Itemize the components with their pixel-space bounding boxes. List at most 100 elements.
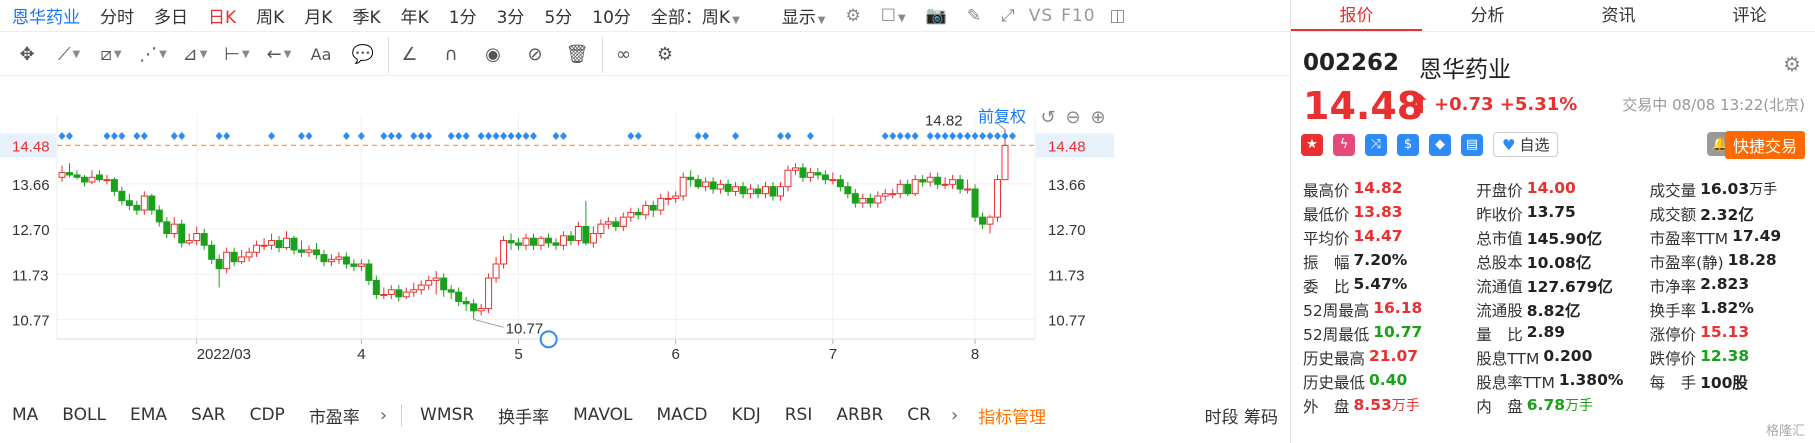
indicator-manage-button[interactable]: 指标管理 xyxy=(966,403,1058,428)
indicator-6[interactable]: 市盈率 xyxy=(297,403,372,428)
period-tab-daily[interactable]: 日K xyxy=(198,3,246,28)
indicator-8[interactable]: 换手率 xyxy=(486,403,561,428)
dollar-icon[interactable]: $ xyxy=(1397,133,1419,156)
x-tick-label: 7 xyxy=(829,346,837,363)
period-tab-5min[interactable]: 5分 xyxy=(534,3,582,28)
trading-status: 交易中 08/08 13:22(北京) xyxy=(1622,96,1805,114)
period-tab-monthly[interactable]: 月K xyxy=(294,3,342,28)
quote-number: 8.82亿 xyxy=(1526,302,1581,320)
indicator-9[interactable]: MAVOL xyxy=(561,405,644,425)
crosshair-icon[interactable]: ✥ xyxy=(6,37,48,73)
stock-name: 恩华药业 xyxy=(1419,57,1511,83)
stock-name-link[interactable]: 恩华药业 xyxy=(0,3,90,28)
angle-icon[interactable]: ∠ xyxy=(388,36,430,73)
kline-chart[interactable]: 13.66 13.66 12.70 12.70 11.73 11.73 10.77 10.77… xyxy=(0,78,1290,394)
period-tab-1min[interactable]: 1分 xyxy=(439,3,487,28)
link-icon[interactable]: ∞ xyxy=(602,36,644,73)
candle-body xyxy=(544,237,552,244)
fib-icon[interactable]: ⊿ ▼ xyxy=(174,37,216,73)
tab-analysis[interactable]: 分析 xyxy=(1422,0,1553,31)
period-tab-weekly[interactable]: 周K xyxy=(246,3,294,28)
event-marker xyxy=(784,132,792,140)
indicator-7[interactable]: WMSR xyxy=(408,405,486,425)
candle-body xyxy=(776,186,784,197)
period-tab-multiday[interactable]: 多日 xyxy=(144,3,198,28)
event-marker xyxy=(140,132,148,140)
quote-label: 总股本 xyxy=(1476,254,1523,272)
tag-icon[interactable]: ◆ xyxy=(1429,133,1451,156)
candle-body xyxy=(118,190,126,202)
indicator-5[interactable]: CDP xyxy=(238,405,297,425)
event-marker xyxy=(485,132,493,140)
camera-icon[interactable]: 📷 xyxy=(916,6,957,26)
range-dropdown[interactable]: 全部：周K ▼ xyxy=(641,3,750,28)
text-icon[interactable]: Aa xyxy=(300,37,342,73)
adjust-mode-link[interactable]: 前复权 xyxy=(978,108,1026,126)
book-icon[interactable]: ▤ xyxy=(1461,133,1483,156)
candle-body xyxy=(934,176,942,185)
indicator-3[interactable]: EMA xyxy=(118,405,179,425)
reset-icon[interactable]: ↺ xyxy=(1040,107,1055,128)
candle-body xyxy=(709,181,717,190)
range-icon[interactable]: ⊢ ▼ xyxy=(216,37,258,73)
indicator-14[interactable]: CR xyxy=(895,405,943,425)
indicator-2[interactable]: BOLL xyxy=(50,405,118,425)
quote-row: 历史最低 0.40 股息率TTM 1.380% 每 手 100股 xyxy=(1303,370,1808,394)
indicator-13[interactable]: ARBR xyxy=(824,405,895,425)
period-tab-quarterly[interactable]: 季K xyxy=(342,3,390,28)
channel-icon[interactable]: ⧄ ▼ xyxy=(90,37,132,73)
indicator-10[interactable]: MACD xyxy=(645,405,720,425)
period-tab-3min[interactable]: 3分 xyxy=(487,3,535,28)
pen-icon[interactable]: ✎ xyxy=(957,6,991,26)
chart-style-icon[interactable]: ☐ ▼ xyxy=(871,6,916,26)
shuffle-icon[interactable]: ⤨ xyxy=(1365,133,1387,156)
indicator-12[interactable]: RSI xyxy=(773,405,825,425)
fullscreen-icon[interactable]: ⤢ xyxy=(991,6,1025,26)
zoom-out-icon[interactable]: ⊖ xyxy=(1065,107,1080,128)
vs-button[interactable]: VS xyxy=(1025,6,1057,26)
candle-body xyxy=(612,221,620,227)
indicator-4[interactable]: SAR xyxy=(179,405,238,425)
wave-icon[interactable]: ⋰ ▼ xyxy=(132,37,174,73)
settings-icon[interactable]: ⚙ xyxy=(644,37,686,73)
tab-comments[interactable]: 评论 xyxy=(1684,0,1815,31)
quote-value: 7.20% xyxy=(1354,251,1408,273)
quote-number: 1.380% xyxy=(1558,371,1624,389)
candle-body xyxy=(238,256,246,263)
arrow-icon[interactable]: ← ▼ xyxy=(258,37,300,73)
lightning-icon[interactable]: ϟ xyxy=(1333,133,1355,156)
candle-body xyxy=(200,233,208,246)
hide-icon[interactable]: ⊘ xyxy=(514,37,556,73)
period-chip-toggle[interactable]: 时段 筹码 xyxy=(1205,403,1290,428)
tab-news[interactable]: 资讯 xyxy=(1553,0,1684,31)
event-marker xyxy=(515,132,523,140)
display-dropdown[interactable]: 显示 ▼ xyxy=(772,3,836,28)
period-tab-yearly[interactable]: 年K xyxy=(391,3,439,28)
indicator-11[interactable]: KDJ xyxy=(719,405,772,425)
line-icon[interactable]: ⟋ ▼ xyxy=(48,37,90,73)
quote-number: 13.83 xyxy=(1353,203,1403,221)
magnet-icon[interactable]: ∩ xyxy=(430,37,472,73)
scroll-right-icon[interactable]: › xyxy=(943,405,966,426)
f10-button[interactable]: F10 xyxy=(1057,6,1099,26)
add-watchlist-button[interactable]: ♥ 自选 xyxy=(1493,132,1559,157)
scroll-right-icon[interactable]: › xyxy=(372,405,395,426)
delete-icon[interactable]: 🗑 xyxy=(556,37,598,73)
candle-body xyxy=(335,256,343,260)
zoom-in-icon[interactable]: ⊕ xyxy=(1090,107,1105,128)
quote-cell: 股息率TTM 1.380% xyxy=(1476,371,1649,393)
gear-icon[interactable]: ⚙ xyxy=(1783,52,1801,76)
quote-number: 145.90亿 xyxy=(1526,230,1603,248)
candle-body xyxy=(619,216,627,227)
comment-icon[interactable]: 💬 xyxy=(342,37,384,73)
quote-value: 0.200 xyxy=(1543,347,1592,369)
eye-icon[interactable]: ◉ xyxy=(472,37,514,73)
period-tab-10min[interactable]: 10分 xyxy=(582,3,641,28)
panel-toggle-icon[interactable]: ◫ xyxy=(1100,6,1136,26)
quick-trade-button[interactable]: 快捷交易 xyxy=(1724,131,1805,159)
x-tick-label: 8 xyxy=(971,346,979,363)
indicator-1[interactable]: MA xyxy=(0,405,50,425)
tab-quote[interactable]: 报价 xyxy=(1291,0,1422,31)
settings-icon[interactable]: ⚙ xyxy=(835,6,870,26)
period-tab-intraday[interactable]: 分时 xyxy=(90,3,144,28)
